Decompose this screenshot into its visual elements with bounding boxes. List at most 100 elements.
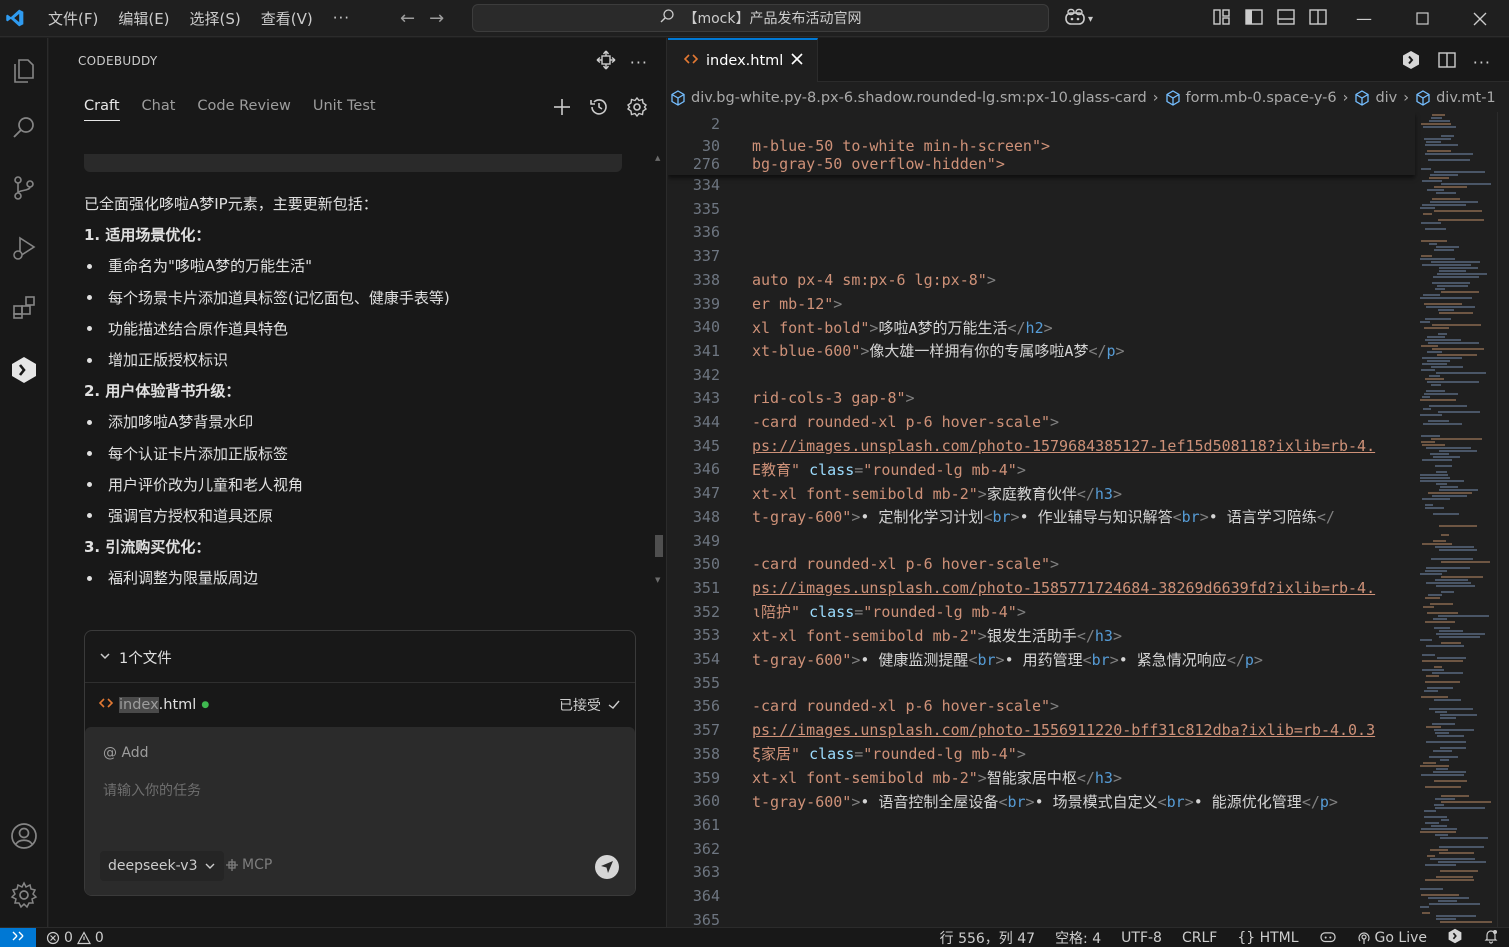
code-line[interactable]: 337 bbox=[668, 244, 1415, 268]
editor-vertical-scrollbar[interactable] bbox=[1497, 112, 1509, 927]
code-line[interactable]: 354 t-gray-600">• 健康监测提醒<br>• 用药管理<br>• 紧… bbox=[668, 647, 1415, 671]
menu-view[interactable]: 查看(V) bbox=[251, 0, 323, 37]
tab-craft[interactable]: Craft bbox=[84, 98, 120, 121]
code-line[interactable]: 342 bbox=[668, 363, 1415, 387]
notifications-bell-icon[interactable] bbox=[1483, 928, 1499, 947]
encoding[interactable]: UTF-8 bbox=[1121, 930, 1162, 946]
command-center-search[interactable]: 【mock】产品发布活动官网 bbox=[472, 4, 1049, 32]
code-line[interactable]: 361 bbox=[668, 813, 1415, 837]
code-line[interactable]: 358 ξ家居" class="rounded-lg mb-4"> bbox=[668, 742, 1415, 766]
back-arrow-icon[interactable]: ← bbox=[400, 8, 415, 29]
end-of-line[interactable]: CRLF bbox=[1182, 930, 1217, 946]
problems-indicator[interactable]: 0 0 bbox=[46, 930, 104, 946]
code-line[interactable]: 360 t-gray-600">• 语音控制全屋设备<br>• 场景模式自定义<b… bbox=[668, 789, 1415, 813]
code-line[interactable]: 348 t-gray-600">• 定制化学习计划<br>• 作业辅导与知识解答<… bbox=[668, 505, 1415, 529]
minimap[interactable] bbox=[1416, 112, 1496, 927]
more-actions-icon[interactable]: ··· bbox=[630, 53, 648, 72]
file-row[interactable]: index.html ● 已接受 bbox=[98, 693, 621, 717]
tab-chat[interactable]: Chat bbox=[142, 98, 176, 121]
breadcrumb-item[interactable]: div.mt-1 bbox=[1415, 90, 1496, 106]
codebuddy-status-icon[interactable] bbox=[1447, 928, 1463, 947]
extensions-icon[interactable] bbox=[0, 284, 48, 332]
breadcrumb-item[interactable]: div.bg-white.py-8.px-6.shadow.rounded-lg… bbox=[670, 90, 1147, 106]
maximize-icon[interactable] bbox=[1393, 0, 1451, 37]
language-mode[interactable]: {} HTML bbox=[1237, 930, 1298, 946]
code-line[interactable]: 347 xt-xl font-semibold mb-2">家庭教育伙伴</h3> bbox=[668, 481, 1415, 505]
code-line[interactable]: 352 ι陪护" class="rounded-lg mb-4"> bbox=[668, 600, 1415, 624]
sticky-line[interactable]: 2 bbox=[668, 112, 1415, 136]
accepted-status[interactable]: 已接受 bbox=[559, 695, 621, 715]
codebuddy-icon[interactable] bbox=[0, 346, 48, 394]
search-view-icon[interactable] bbox=[0, 104, 48, 152]
menu-edit[interactable]: 编辑(E) bbox=[108, 0, 179, 37]
toggle-panel-icon[interactable] bbox=[1276, 8, 1296, 30]
tab-unit-test[interactable]: Unit Test bbox=[313, 98, 376, 121]
copilot-status-icon[interactable] bbox=[1319, 929, 1337, 947]
cursor-position[interactable]: 行 556，列 47 bbox=[940, 928, 1035, 947]
forward-arrow-icon[interactable]: → bbox=[429, 8, 444, 29]
code-line[interactable]: 341 xt-blue-600">像大雄一样拥有你的专属哆啦A梦</p> bbox=[668, 339, 1415, 363]
panel-scrollbar-thumb[interactable] bbox=[655, 535, 663, 557]
code-line[interactable]: 336 bbox=[668, 220, 1415, 244]
task-input-box[interactable]: @ Add 请输入你的任务 deepseek-v3 MCP bbox=[85, 727, 635, 895]
editor-more-icon[interactable]: ··· bbox=[1473, 53, 1491, 72]
code-line[interactable]: 343 rid-cols-3 gap-8"> bbox=[668, 386, 1415, 410]
manage-gear-icon[interactable] bbox=[0, 871, 48, 919]
code-line[interactable]: 338 auto px-4 sm:px-6 lg:px-8"> bbox=[668, 268, 1415, 292]
code-line[interactable]: 340 xl font-bold">哆啦A梦的万能生活</h2> bbox=[668, 315, 1415, 339]
send-button[interactable] bbox=[595, 855, 619, 879]
sticky-line[interactable]: 276 bg-gray-50 overflow-hidden"> bbox=[668, 152, 1415, 175]
breadcrumb-item[interactable]: div bbox=[1354, 90, 1397, 106]
run-debug-icon[interactable] bbox=[0, 224, 48, 272]
file-name[interactable]: index.html bbox=[119, 697, 196, 713]
code-line[interactable]: 351 ps://images.unsplash.com/photo-158577… bbox=[668, 576, 1415, 600]
menu-selection[interactable]: 选择(S) bbox=[180, 0, 251, 37]
code-line[interactable]: 339 er mb-12"> bbox=[668, 292, 1415, 316]
layout-customize-icon[interactable] bbox=[1212, 8, 1232, 30]
menu-file[interactable]: 文件(F) bbox=[38, 0, 108, 37]
model-selector[interactable]: deepseek-v3 bbox=[100, 851, 224, 881]
scroll-down-arrow-icon[interactable]: ▼ bbox=[655, 576, 660, 584]
toggle-primary-sidebar-icon[interactable] bbox=[1244, 8, 1264, 30]
code-line[interactable]: 355 bbox=[668, 671, 1415, 695]
code-line[interactable]: 346 Ε教育" class="rounded-lg mb-4"> bbox=[668, 457, 1415, 481]
code-line[interactable]: 335 bbox=[668, 197, 1415, 221]
code-line[interactable]: 363 bbox=[668, 860, 1415, 884]
tab-index-html[interactable]: index.html bbox=[668, 38, 818, 82]
code-line[interactable]: 359 xt-xl font-semibold mb-2">智能家居中枢</h3> bbox=[668, 766, 1415, 790]
code-line[interactable]: 334 bbox=[668, 173, 1415, 197]
files-toggle[interactable]: 1个文件 bbox=[99, 647, 172, 668]
code-line[interactable]: 349 bbox=[668, 529, 1415, 553]
code-line[interactable]: 344 -card rounded-xl p-6 hover-scale"> bbox=[668, 410, 1415, 434]
tab-code-review[interactable]: Code Review bbox=[197, 98, 290, 121]
indentation[interactable]: 空格: 4 bbox=[1055, 928, 1101, 947]
code-line[interactable]: 350 -card rounded-xl p-6 hover-scale"> bbox=[668, 552, 1415, 576]
add-context-button[interactable]: @ Add bbox=[103, 745, 149, 761]
code-line[interactable]: 362 bbox=[668, 837, 1415, 861]
close-tab-icon[interactable] bbox=[791, 53, 803, 69]
mcp-button[interactable]: MCP bbox=[225, 857, 272, 873]
split-editor-icon[interactable] bbox=[1437, 51, 1457, 73]
history-icon[interactable] bbox=[588, 96, 610, 122]
settings-gear-icon[interactable] bbox=[626, 96, 648, 122]
task-input[interactable]: 请输入你的任务 bbox=[103, 780, 201, 800]
code-line[interactable]: 364 bbox=[668, 884, 1415, 908]
toggle-secondary-sidebar-icon[interactable] bbox=[1308, 8, 1328, 30]
code-line[interactable]: 356 -card rounded-xl p-6 hover-scale"> bbox=[668, 694, 1415, 718]
source-control-icon[interactable] bbox=[0, 164, 48, 212]
breadcrumb-item[interactable]: form.mb-0.space-y-6 bbox=[1165, 90, 1337, 106]
scroll-up-arrow-icon[interactable]: ▲ bbox=[655, 154, 660, 162]
move-icon[interactable] bbox=[596, 50, 616, 74]
close-window-icon[interactable] bbox=[1451, 0, 1509, 37]
minimize-icon[interactable]: — bbox=[1335, 0, 1393, 37]
sticky-scroll-header[interactable]: 2 30 m-blue-50 to-white min-h-screen"> 2… bbox=[668, 112, 1415, 175]
copilot-button[interactable]: ▾ bbox=[1064, 8, 1093, 30]
new-chat-plus-icon[interactable] bbox=[552, 97, 572, 121]
code-line[interactable]: 345 ps://images.unsplash.com/photo-157968… bbox=[668, 434, 1415, 458]
explorer-icon[interactable] bbox=[0, 46, 48, 94]
code-line[interactable]: 357 ps://images.unsplash.com/photo-155691… bbox=[668, 718, 1415, 742]
go-live-button[interactable]: Go Live bbox=[1357, 930, 1427, 946]
accounts-icon[interactable] bbox=[0, 812, 48, 860]
codebuddy-action-icon[interactable] bbox=[1401, 50, 1421, 74]
code-line[interactable]: 365 bbox=[668, 908, 1415, 927]
